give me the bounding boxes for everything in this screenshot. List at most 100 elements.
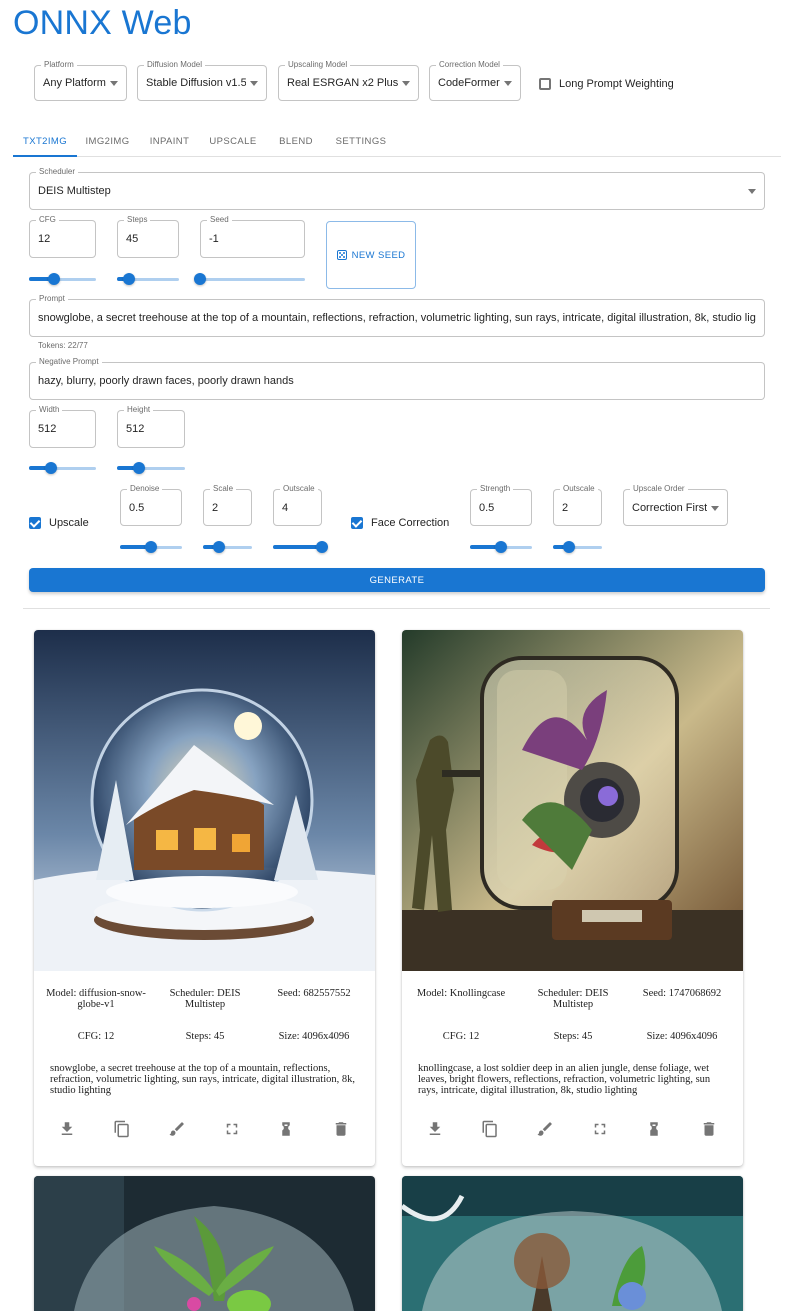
result-seed: Seed: 682557552 — [277, 988, 351, 999]
cfg-slider[interactable] — [29, 273, 96, 285]
outscale-input[interactable]: Outscale 4 — [273, 484, 322, 526]
upscale-icon[interactable] — [277, 1120, 295, 1138]
strength-value: 0.5 — [479, 501, 495, 514]
result-model: Model: Knollingcase — [416, 988, 506, 999]
scale-input[interactable]: Scale 2 — [203, 484, 252, 526]
tab-upscale[interactable]: UPSCALE — [203, 127, 263, 156]
face-outscale-slider-thumb[interactable] — [563, 541, 576, 553]
steps-slider[interactable] — [117, 273, 179, 285]
prompt-value: snowglobe, a secret treehouse at the top… — [38, 312, 756, 324]
new-seed-label: NEW SEED — [351, 249, 406, 261]
chevron-down-icon — [110, 81, 118, 86]
width-value: 512 — [38, 423, 57, 435]
brush-icon[interactable] — [168, 1120, 186, 1138]
fullscreen-icon[interactable] — [223, 1120, 241, 1138]
strength-input[interactable]: Strength 0.5 — [470, 484, 532, 526]
scale-slider[interactable] — [203, 541, 252, 553]
correction-model-select[interactable]: Correction Model CodeFormer — [429, 60, 521, 101]
cfg-input[interactable]: CFG 12 — [29, 215, 96, 258]
prompt-input[interactable]: Prompt snowglobe, a secret treehouse at … — [29, 294, 765, 337]
long-prompt-checkbox[interactable] — [539, 78, 551, 90]
height-slider-thumb[interactable] — [133, 462, 146, 474]
strength-slider[interactable] — [470, 541, 532, 553]
copy-icon[interactable] — [481, 1120, 499, 1138]
seed-slider[interactable] — [194, 273, 305, 285]
app-title: ONNX Web — [13, 4, 192, 42]
face-correction-checkbox[interactable] — [351, 517, 363, 529]
seed-value: -1 — [209, 233, 219, 245]
height-value: 512 — [126, 423, 145, 435]
download-icon[interactable] — [426, 1120, 444, 1138]
height-input[interactable]: Height 512 — [117, 405, 185, 448]
height-slider[interactable] — [117, 462, 185, 474]
denoise-value: 0.5 — [129, 501, 145, 514]
copy-icon[interactable] — [113, 1120, 131, 1138]
face-outscale-value: 2 — [562, 501, 569, 514]
result-model: Model: diffusion-snow-globe-v1 — [46, 988, 146, 1010]
chevron-down-icon — [250, 81, 258, 86]
result-seed: Seed: 1747068692 — [642, 988, 722, 999]
chevron-down-icon — [748, 189, 756, 194]
delete-icon[interactable] — [332, 1120, 350, 1138]
face-outscale-slider[interactable] — [553, 541, 602, 553]
width-slider[interactable] — [29, 462, 96, 474]
active-tab-indicator — [13, 155, 77, 157]
platform-select[interactable]: Platform Any Platform — [34, 60, 127, 101]
tab-settings[interactable]: SETTINGS — [330, 127, 392, 156]
result-scheduler: Scheduler: DEIS Multistep — [537, 988, 609, 1010]
brush-icon[interactable] — [536, 1120, 554, 1138]
scale-slider-thumb[interactable] — [213, 541, 226, 553]
face-correction-label: Face Correction — [371, 517, 450, 529]
strength-slider-thumb[interactable] — [495, 541, 507, 553]
long-prompt-label: Long Prompt Weighting — [559, 78, 674, 90]
upscale-order-value: Correction First — [632, 501, 707, 514]
negative-prompt-input[interactable]: Negative Prompt hazy, blurry, poorly dra… — [29, 357, 765, 400]
result-cfg: CFG: 12 — [442, 1031, 480, 1042]
section-divider — [23, 608, 770, 609]
cfg-value: 12 — [38, 233, 51, 245]
diffusion-model-value: Stable Diffusion v1.5 — [146, 77, 246, 89]
upscaling-model-select[interactable]: Upscaling Model Real ESRGAN x2 Plus — [278, 60, 419, 101]
tab-blend[interactable]: BLEND — [273, 127, 319, 156]
scheduler-value: DEIS Multistep — [38, 185, 111, 197]
result-image-tree-globe[interactable] — [402, 1176, 743, 1311]
steps-slider-thumb[interactable] — [123, 273, 136, 285]
width-input[interactable]: Width 512 — [29, 405, 96, 448]
scheduler-select[interactable]: Scheduler DEIS Multistep — [29, 167, 765, 210]
steps-input[interactable]: Steps 45 — [117, 215, 179, 258]
result-image-knollingcase[interactable] — [402, 630, 743, 971]
result-image-snowglobe[interactable] — [34, 630, 375, 971]
denoise-slider-thumb[interactable] — [145, 541, 157, 553]
upscaling-model-value: Real ESRGAN x2 Plus — [287, 77, 398, 89]
delete-icon[interactable] — [700, 1120, 718, 1138]
negative-prompt-value: hazy, blurry, poorly drawn faces, poorly… — [38, 375, 294, 387]
fullscreen-icon[interactable] — [591, 1120, 609, 1138]
scale-value: 2 — [212, 501, 219, 514]
upscale-order-select[interactable]: Upscale Order Correction First — [623, 484, 728, 526]
result-cfg: CFG: 12 — [77, 1031, 115, 1042]
correction-model-value: CodeFormer — [438, 77, 500, 89]
result-image-fern-globe[interactable] — [34, 1176, 375, 1311]
result-size: Size: 4096x4096 — [646, 1031, 718, 1042]
tab-txt2img[interactable]: TXT2IMG — [13, 127, 77, 156]
new-seed-button[interactable]: NEW SEED — [326, 221, 416, 289]
outscale-slider[interactable] — [273, 541, 328, 553]
card-actions — [34, 1120, 375, 1142]
denoise-input[interactable]: Denoise 0.5 — [120, 484, 182, 526]
cfg-slider-thumb[interactable] — [47, 273, 60, 285]
result-steps: Steps: 45 — [185, 1031, 225, 1042]
face-outscale-input[interactable]: Outscale 2 — [553, 484, 602, 526]
denoise-slider[interactable] — [120, 541, 182, 553]
tab-inpaint[interactable]: INPAINT — [142, 127, 197, 156]
seed-input[interactable]: Seed -1 — [200, 215, 305, 258]
width-slider-thumb[interactable] — [45, 462, 58, 474]
generate-button[interactable]: GENERATE — [29, 568, 765, 592]
upscale-icon[interactable] — [645, 1120, 663, 1138]
outscale-value: 4 — [282, 501, 289, 514]
seed-slider-thumb[interactable] — [194, 273, 206, 285]
upscale-checkbox[interactable] — [29, 517, 41, 529]
download-icon[interactable] — [58, 1120, 76, 1138]
outscale-slider-thumb[interactable] — [316, 541, 328, 553]
tab-img2img[interactable]: IMG2IMG — [79, 127, 136, 156]
diffusion-model-select[interactable]: Diffusion Model Stable Diffusion v1.5 — [137, 60, 267, 101]
